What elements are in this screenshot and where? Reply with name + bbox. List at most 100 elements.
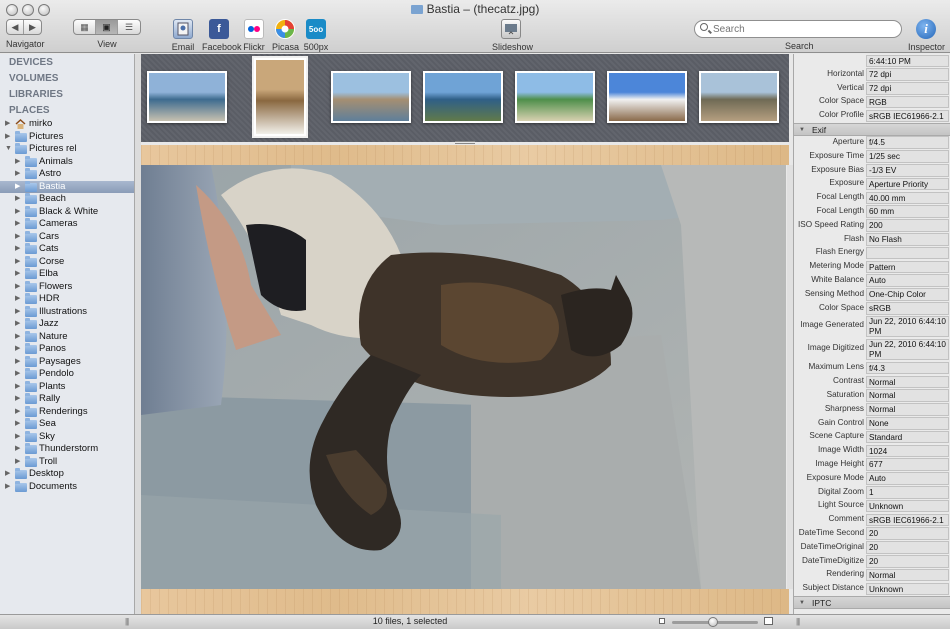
property-value[interactable]: None <box>866 417 949 430</box>
disclosure-collapsed-icon[interactable]: ▶ <box>15 418 20 431</box>
zoom-small-icon[interactable] <box>659 618 665 624</box>
list-view-icon[interactable]: ☰ <box>118 20 140 34</box>
filmstrip-thumbnail-harbor[interactable] <box>147 71 227 123</box>
sidebar-item-beach[interactable]: ▶ Beach <box>0 193 134 206</box>
filmstrip-thumbnail-beach[interactable] <box>515 71 595 123</box>
property-value[interactable]: 72 dpi <box>866 68 949 81</box>
property-value[interactable]: Unknown <box>866 582 949 596</box>
facebook-share-button[interactable]: f Facebook <box>202 19 242 52</box>
back-arrow-icon[interactable]: ◀ <box>7 20 24 34</box>
property-value[interactable]: Jun 22, 2010 6:44:10 PM <box>866 338 949 361</box>
property-value[interactable]: 20 <box>866 527 949 540</box>
sidebar-item-pendolo[interactable]: ▶ Pendolo <box>0 368 134 381</box>
property-value[interactable]: Unknown <box>866 499 949 513</box>
property-value[interactable]: f/4.5 <box>866 136 949 149</box>
disclosure-collapsed-icon[interactable]: ▶ <box>15 206 20 219</box>
disclosure-collapsed-icon[interactable]: ▶ <box>15 343 20 356</box>
sidebar-item-astro[interactable]: ▶ Astro <box>0 168 134 181</box>
sidebar-item-black-white[interactable]: ▶ Black & White <box>0 205 134 219</box>
disclosure-collapsed-icon[interactable]: ▶ <box>15 368 20 381</box>
disclosure-collapsed-icon[interactable]: ▶ <box>15 193 20 206</box>
sidebar-item-troll[interactable]: ▶ Troll <box>0 455 134 469</box>
property-value[interactable]: Standard <box>866 430 949 444</box>
sidebar-item-documents[interactable]: ▶ Documents <box>0 480 134 494</box>
disclosure-collapsed-icon[interactable]: ▶ <box>15 406 20 419</box>
sidebar-item-animals[interactable]: ▶ Animals <box>0 155 134 169</box>
disclosure-collapsed-icon[interactable]: ▶ <box>15 218 20 231</box>
property-value[interactable]: 6:44:10 PM <box>866 54 949 67</box>
property-value[interactable]: One-Chip Color <box>866 288 949 301</box>
zoom-large-icon[interactable] <box>764 617 773 625</box>
property-value[interactable]: -1/3 EV <box>866 164 949 177</box>
property-value[interactable]: 20 <box>866 555 949 568</box>
disclosure-collapsed-icon[interactable]: ▶ <box>15 331 20 344</box>
sidebar-item-panos[interactable]: ▶ Panos <box>0 343 134 356</box>
disclosure-collapsed-icon[interactable]: ▶ <box>15 243 20 256</box>
inspector-resize-grip[interactable]: ||| <box>796 617 800 626</box>
sidebar-item-elba[interactable]: ▶ Elba <box>0 268 134 281</box>
property-value[interactable]: RGB <box>866 95 949 109</box>
property-value[interactable]: sRGB IEC61966-2.1 <box>866 109 949 123</box>
property-value[interactable]: Jun 22, 2010 6:44:10 PM <box>866 315 949 338</box>
disclosure-collapsed-icon[interactable]: ▶ <box>15 456 20 469</box>
property-value[interactable]: 72 dpi <box>866 82 949 95</box>
disclosure-collapsed-icon[interactable]: ▶ <box>15 281 20 294</box>
disclosure-collapsed-icon[interactable]: ▶ <box>15 306 20 319</box>
property-value[interactable]: 40.00 mm <box>866 191 949 205</box>
sidebar-item-sea[interactable]: ▶ Sea <box>0 418 134 431</box>
disclosure-collapsed-icon[interactable]: ▶ <box>15 443 20 456</box>
iptc-group-header[interactable]: IPTC <box>794 595 950 609</box>
sidebar-item-jazz[interactable]: ▶ Jazz <box>0 318 134 331</box>
property-value[interactable] <box>866 246 949 260</box>
disclosure-expanded-icon[interactable]: ▼ <box>5 143 12 156</box>
filmstrip-thumbnail-bay[interactable] <box>423 71 503 123</box>
sidebar-section-places[interactable]: PLACES <box>0 102 134 118</box>
property-value[interactable]: sRGB IEC61966-2.1 <box>866 513 949 527</box>
sidebar-item-plants[interactable]: ▶ Plants <box>0 380 134 394</box>
sidebar-item-hdr[interactable]: ▶ HDR <box>0 293 134 306</box>
sidebar-section-volumes[interactable]: VOLUMES <box>0 70 134 86</box>
property-value[interactable]: 677 <box>866 458 949 471</box>
sidebar-section-devices[interactable]: DEVICES <box>0 54 134 70</box>
property-value[interactable]: Auto <box>866 274 949 287</box>
zoom-slider[interactable] <box>672 617 758 627</box>
disclosure-collapsed-icon[interactable]: ▶ <box>15 318 20 331</box>
property-value[interactable]: No Flash <box>866 233 949 246</box>
sidebar-item-bastia[interactable]: ▶ Bastia <box>0 180 134 194</box>
property-value[interactable]: sRGB <box>866 302 949 315</box>
disclosure-collapsed-icon[interactable]: ▶ <box>15 393 20 406</box>
property-value[interactable]: Normal <box>866 389 949 402</box>
property-value[interactable]: 1024 <box>866 444 949 458</box>
search-field[interactable] <box>694 20 902 38</box>
filmstrip-thumbnail-windmill[interactable] <box>607 71 687 123</box>
disclosure-collapsed-icon[interactable]: ▶ <box>15 181 20 194</box>
sidebar-item-cameras[interactable]: ▶ Cameras <box>0 218 134 231</box>
property-value[interactable]: Auto <box>866 472 949 485</box>
forward-arrow-icon[interactable]: ▶ <box>24 20 41 34</box>
inspector-button[interactable]: i Inspector <box>908 19 945 52</box>
sidebar-item-rally[interactable]: ▶ Rally <box>0 393 134 406</box>
property-value[interactable]: Normal <box>866 375 949 389</box>
disclosure-collapsed-icon[interactable]: ▶ <box>5 468 10 481</box>
500px-share-button[interactable]: 5oo 500px <box>303 19 329 52</box>
sidebar-item-mirko[interactable]: ▶ mirko <box>0 118 134 131</box>
property-value[interactable]: Normal <box>866 403 949 416</box>
disclosure-collapsed-icon[interactable]: ▶ <box>15 356 20 369</box>
property-value[interactable]: f/4.3 <box>866 361 949 375</box>
filmstrip-thumbnail-parasol[interactable] <box>252 56 308 138</box>
sidebar-item-renderings[interactable]: ▶ Renderings <box>0 405 134 419</box>
grid-view-icon[interactable]: ▦ <box>74 20 96 34</box>
filmstrip-resize-handle[interactable] <box>455 141 475 144</box>
disclosure-collapsed-icon[interactable]: ▶ <box>15 381 20 394</box>
search-input[interactable] <box>713 22 893 36</box>
disclosure-collapsed-icon[interactable]: ▶ <box>15 431 20 444</box>
email-share-button[interactable]: Email <box>170 19 196 52</box>
sidebar-item-corse[interactable]: ▶ Corse <box>0 255 134 269</box>
flickr-share-button[interactable]: Flickr <box>243 19 265 52</box>
property-value[interactable]: 60 mm <box>866 205 949 218</box>
disclosure-collapsed-icon[interactable]: ▶ <box>15 256 20 269</box>
viewer-view-icon[interactable]: ▣ <box>96 20 118 34</box>
disclosure-collapsed-icon[interactable]: ▶ <box>5 118 10 131</box>
property-value[interactable]: 20 <box>866 541 949 554</box>
disclosure-collapsed-icon[interactable]: ▶ <box>15 268 20 281</box>
